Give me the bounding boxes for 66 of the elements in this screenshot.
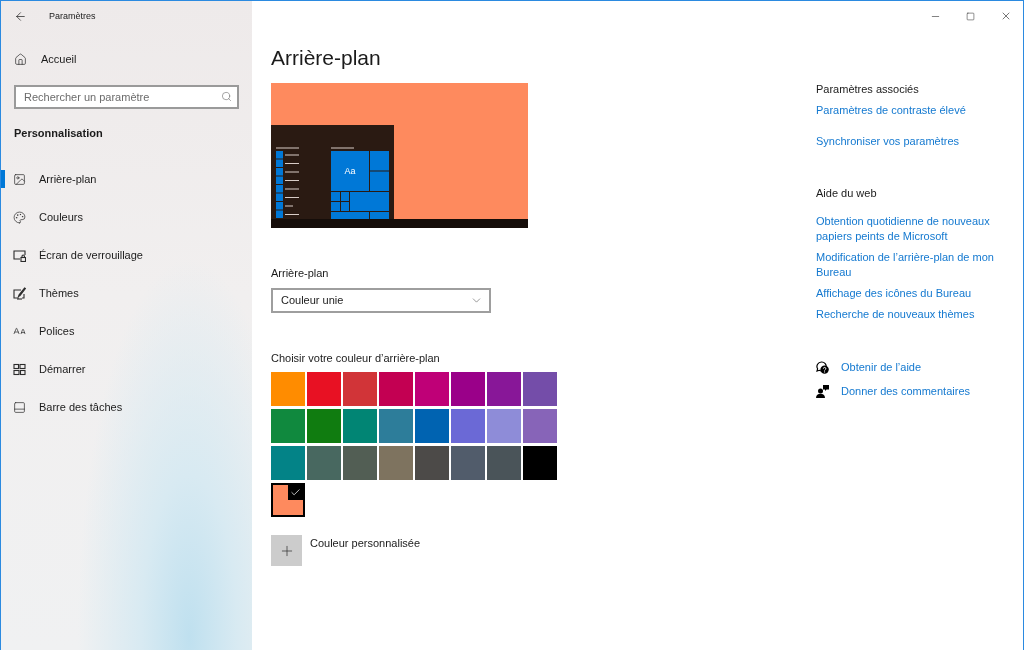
sidebar-item[interactable]: Polices xyxy=(1,312,252,350)
sidebar-item[interactable]: Arrière-plan xyxy=(1,160,252,198)
feedback-icon xyxy=(816,385,829,398)
related-link[interactable]: Paramètres de contraste élevé xyxy=(816,103,966,118)
taskbar-icon xyxy=(13,400,26,414)
sidebar-item[interactable]: Thèmes xyxy=(1,274,252,312)
help-link[interactable]: Recherche de nouveaux thèmes xyxy=(816,307,975,322)
search-icon xyxy=(221,90,232,102)
sidebar-item[interactable]: Couleurs xyxy=(1,198,252,236)
support-link[interactable]: Donner des commentaires xyxy=(816,384,970,399)
color-swatch[interactable] xyxy=(487,446,521,480)
background-dropdown[interactable]: Couleur unie xyxy=(271,288,491,313)
monitor-brush-icon xyxy=(13,286,26,300)
color-swatch[interactable] xyxy=(343,409,377,443)
color-swatch[interactable] xyxy=(523,446,557,480)
color-swatch[interactable] xyxy=(307,446,341,480)
page-title: Arrière-plan xyxy=(271,45,381,71)
checkmark-icon xyxy=(288,485,303,500)
add-color-button[interactable] xyxy=(271,535,302,566)
color-swatch[interactable] xyxy=(379,446,413,480)
color-swatch[interactable] xyxy=(271,446,305,480)
monitor-lock-icon xyxy=(13,248,26,262)
help-icon xyxy=(816,361,829,374)
color-swatch[interactable] xyxy=(379,372,413,406)
color-swatch[interactable] xyxy=(487,372,521,406)
image-icon xyxy=(13,172,26,186)
color-swatch[interactable] xyxy=(523,372,557,406)
color-swatch[interactable] xyxy=(307,409,341,443)
section-heading: Aide du web xyxy=(816,186,877,201)
sidebar-item[interactable]: Démarrer xyxy=(1,350,252,388)
color-swatch[interactable] xyxy=(415,372,449,406)
home-icon xyxy=(14,52,27,66)
color-swatch[interactable] xyxy=(379,409,413,443)
color-swatch[interactable] xyxy=(415,446,449,480)
color-swatch[interactable] xyxy=(451,372,485,406)
palette-icon xyxy=(13,210,26,224)
help-link[interactable]: Obtention quotidienne de nouveaux papiers peints de Microsoft xyxy=(816,214,1016,244)
field-label: Arrière-plan xyxy=(271,266,329,280)
color-swatch[interactable] xyxy=(451,446,485,480)
color-swatch[interactable] xyxy=(523,409,557,443)
sidebar-item[interactable]: Barre des tâches xyxy=(1,388,252,426)
color-swatch[interactable] xyxy=(451,409,485,443)
window-title: Paramètres xyxy=(49,10,96,22)
custom-color-label: Couleur personnalisée xyxy=(310,536,421,550)
tiles-icon xyxy=(13,362,26,376)
section-title: Personnalisation xyxy=(14,126,104,140)
color-swatch[interactable] xyxy=(271,483,305,517)
search-field[interactable]: Rechercher un paramètre xyxy=(14,85,239,109)
color-swatch[interactable] xyxy=(343,446,377,480)
maximize-icon xyxy=(966,11,975,21)
section-label: Choisir votre couleur d’arrière-plan xyxy=(271,351,440,365)
color-swatch[interactable] xyxy=(271,372,305,406)
app-tile: Aa xyxy=(331,151,369,191)
color-swatch[interactable] xyxy=(487,409,521,443)
color-swatch[interactable] xyxy=(343,372,377,406)
help-link[interactable]: Modification de l’arrière-plan de mon Bureau xyxy=(816,250,1016,280)
section-heading: Paramètres associés xyxy=(816,82,919,97)
related-link[interactable]: Synchroniser vos paramètres xyxy=(816,134,960,149)
color-swatch[interactable] xyxy=(307,372,341,406)
color-swatch[interactable] xyxy=(415,409,449,443)
sidebar-item[interactable]: Écran de verrouillage xyxy=(1,236,252,274)
back-icon xyxy=(13,9,27,23)
home-link[interactable]: Accueil xyxy=(1,46,252,72)
help-link[interactable]: Affichage des icônes du Bureau xyxy=(816,286,972,301)
support-link[interactable]: Obtenir de l’aide xyxy=(816,360,922,375)
color-swatch[interactable] xyxy=(271,409,305,443)
